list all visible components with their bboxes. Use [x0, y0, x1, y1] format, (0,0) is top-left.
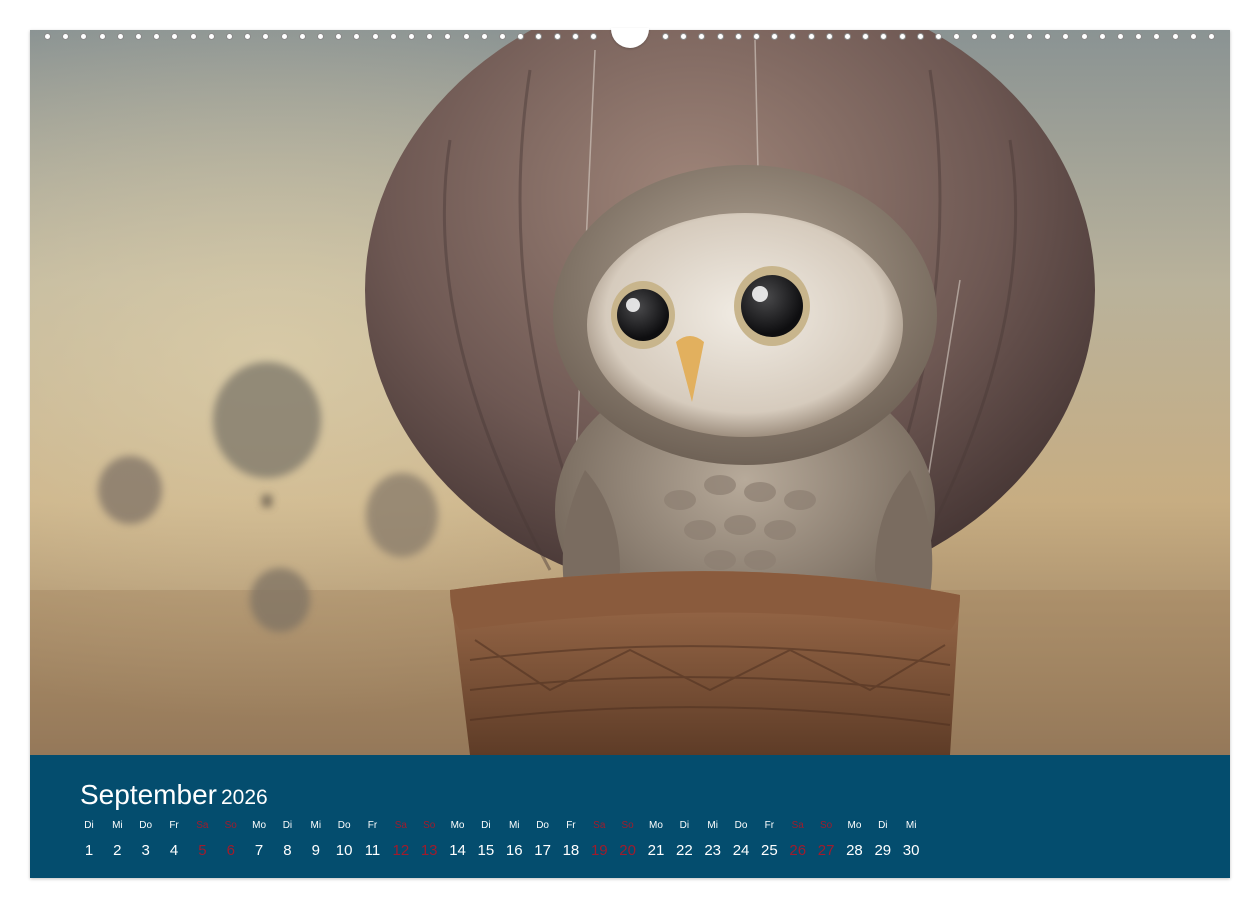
day-number: 23: [704, 842, 722, 859]
day-cell: Mi 30: [897, 819, 925, 859]
day-cell: Di 22: [670, 819, 698, 859]
day-cell: Mi 2: [103, 819, 131, 859]
weekday-label: Do: [536, 820, 549, 831]
day-cell: Mo 28: [840, 819, 868, 859]
day-number: 29: [874, 842, 892, 859]
day-cell: Fr 11: [359, 819, 387, 859]
year-label: 2026: [220, 786, 268, 809]
day-number: 25: [761, 842, 778, 859]
owl-balloon-illustration: [30, 30, 1230, 755]
day-number: 10: [335, 842, 353, 859]
day-number: 26: [789, 842, 807, 859]
day-cell: Sa 26: [784, 819, 812, 859]
weekday-label: Mi: [707, 820, 718, 831]
day-cell: Do 10: [330, 819, 358, 859]
weekday-label: Fr: [169, 820, 179, 831]
day-number: 19: [590, 842, 608, 859]
day-cell: Mi 16: [500, 819, 528, 859]
owl-balloon-photo: [30, 30, 1230, 755]
weekday-label: Fr: [764, 820, 775, 831]
day-number: 16: [505, 842, 523, 859]
month-label: September: [80, 779, 217, 810]
day-cell: Sa 12: [387, 819, 415, 859]
day-strip: Di 1 Mi 2 Do 3 Fr 4 Sa 5 So 6 Mo 7 Di 8 Mi 9 Do 10 Fr 11 Sa 12 S…: [75, 819, 975, 869]
day-number: 14: [449, 842, 466, 859]
weekday-label: Do: [337, 820, 351, 831]
weekday-label: Di: [679, 820, 690, 831]
day-number: 4: [169, 842, 179, 859]
day-cell: Do 24: [727, 819, 755, 859]
calendar-band: September 2026 Di 1 Mi 2 Do 3 Fr 4 Sa 5 So 6 Mo 7 Di 8 Mi…: [30, 755, 1230, 878]
day-cell: Di 1: [75, 819, 103, 859]
weekday-label: Mo: [450, 820, 465, 831]
day-number: 27: [817, 842, 835, 859]
day-cell: Mo 14: [444, 819, 472, 859]
weekday-label: Mi: [508, 820, 520, 831]
day-cell: Mi 23: [699, 819, 727, 859]
weekday-label: So: [423, 820, 436, 831]
weekday-label: Mi: [310, 820, 322, 831]
weekday-label: Sa: [394, 820, 407, 831]
calendar-title: September 2026: [80, 779, 268, 811]
day-cell: Mo 21: [642, 819, 670, 859]
day-number: 3: [141, 842, 150, 859]
day-number: 21: [647, 842, 665, 859]
day-number: 17: [534, 842, 551, 859]
day-number: 30: [902, 842, 920, 859]
weekday-label: Di: [481, 820, 491, 831]
day-number: 12: [392, 842, 410, 859]
day-cell: Sa 19: [585, 819, 613, 859]
day-number: 24: [732, 842, 750, 859]
weekday-label: Do: [734, 820, 748, 831]
weekday-label: Mi: [112, 820, 123, 831]
day-number: 5: [198, 842, 207, 859]
weekday-label: Di: [84, 820, 94, 831]
day-number: 13: [420, 842, 438, 859]
day-cell: Fr 4: [160, 819, 188, 859]
day-number: 28: [846, 842, 863, 859]
weekday-label: Fr: [367, 820, 378, 831]
day-number: 20: [619, 842, 636, 859]
day-cell: So 6: [217, 819, 245, 859]
day-cell: Do 17: [529, 819, 557, 859]
weekday-label: Sa: [791, 820, 804, 831]
weekday-label: Fr: [566, 820, 576, 831]
day-number: 7: [254, 842, 264, 859]
day-number: 11: [364, 842, 381, 859]
day-cell: Mi 9: [302, 819, 330, 859]
day-number: 18: [562, 842, 580, 859]
day-cell: Mo 7: [245, 819, 273, 859]
day-cell: Di 8: [273, 819, 301, 859]
day-number: 1: [84, 842, 94, 859]
day-cell: Di 15: [472, 819, 500, 859]
day-cell: Fr 25: [755, 819, 783, 859]
weekday-label: Mi: [905, 820, 917, 831]
weekday-label: Di: [282, 820, 293, 831]
day-cell: Do 3: [132, 819, 160, 859]
day-cell: Sa 5: [188, 819, 216, 859]
day-cell: So 13: [415, 819, 443, 859]
day-number: 2: [113, 842, 122, 859]
weekday-label: Do: [139, 820, 153, 831]
day-cell: So 27: [812, 819, 840, 859]
weekday-label: Di: [878, 820, 888, 831]
day-cell: Fr 18: [557, 819, 585, 859]
weekday-label: So: [819, 820, 833, 831]
calendar-page: September 2026 Di 1 Mi 2 Do 3 Fr 4 Sa 5 So 6 Mo 7 Di 8 Mi…: [30, 30, 1230, 878]
day-number: 15: [477, 842, 495, 859]
day-cell: Di 29: [869, 819, 897, 859]
weekday-label: Mo: [649, 820, 663, 831]
weekday-label: Mo: [252, 820, 267, 831]
weekday-label: Mo: [847, 820, 862, 831]
day-number: 8: [283, 842, 292, 859]
day-cell: So 20: [614, 819, 642, 859]
day-number: 9: [311, 842, 320, 859]
day-number: 6: [226, 842, 235, 859]
weekday-label: Sa: [593, 820, 606, 831]
day-number: 22: [676, 842, 693, 859]
weekday-label: So: [224, 820, 237, 831]
weekday-label: So: [621, 820, 634, 831]
weekday-label: Sa: [196, 820, 209, 831]
